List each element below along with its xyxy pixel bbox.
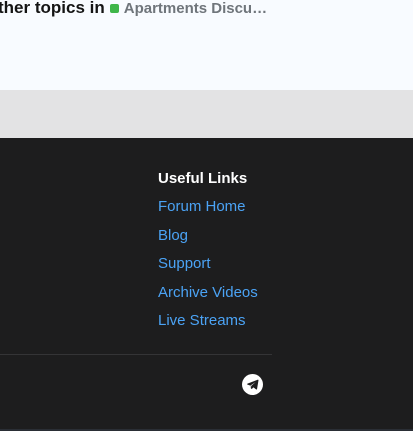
- useful-links-list: Forum Home Blog Support Archive Videos L…: [158, 197, 258, 340]
- useful-links-heading: Useful Links: [158, 170, 248, 187]
- live-streams-link[interactable]: Live Streams: [158, 312, 246, 329]
- category-status-icon: [109, 3, 119, 13]
- forum-home-link[interactable]: Forum Home: [158, 198, 246, 215]
- topics-card: ther topics in Apartments Discu…: [0, 0, 413, 90]
- other-topics-label: ther topics in: [0, 0, 105, 17]
- section-separator-band: [0, 90, 413, 138]
- footer-divider: [0, 354, 272, 355]
- other-topics-line: ther topics in Apartments Discu…: [0, 0, 267, 20]
- list-item: Live Streams: [158, 311, 258, 340]
- category-link[interactable]: Apartments Discu…: [124, 0, 267, 17]
- support-link[interactable]: Support: [158, 255, 211, 272]
- list-item: Blog: [158, 226, 258, 255]
- list-item: Support: [158, 254, 258, 283]
- telegram-icon[interactable]: [242, 374, 263, 395]
- useful-links-section: Useful Links Forum Home Blog Support Arc…: [158, 170, 258, 340]
- archive-videos-link[interactable]: Archive Videos: [158, 284, 258, 301]
- list-item: Archive Videos: [158, 283, 258, 312]
- list-item: Forum Home: [158, 197, 258, 226]
- page: ther topics in Apartments Discu… Useful …: [0, 0, 413, 431]
- blog-link[interactable]: Blog: [158, 227, 188, 244]
- telegram-glyph: [247, 379, 259, 390]
- site-footer: Useful Links Forum Home Blog Support Arc…: [0, 138, 413, 431]
